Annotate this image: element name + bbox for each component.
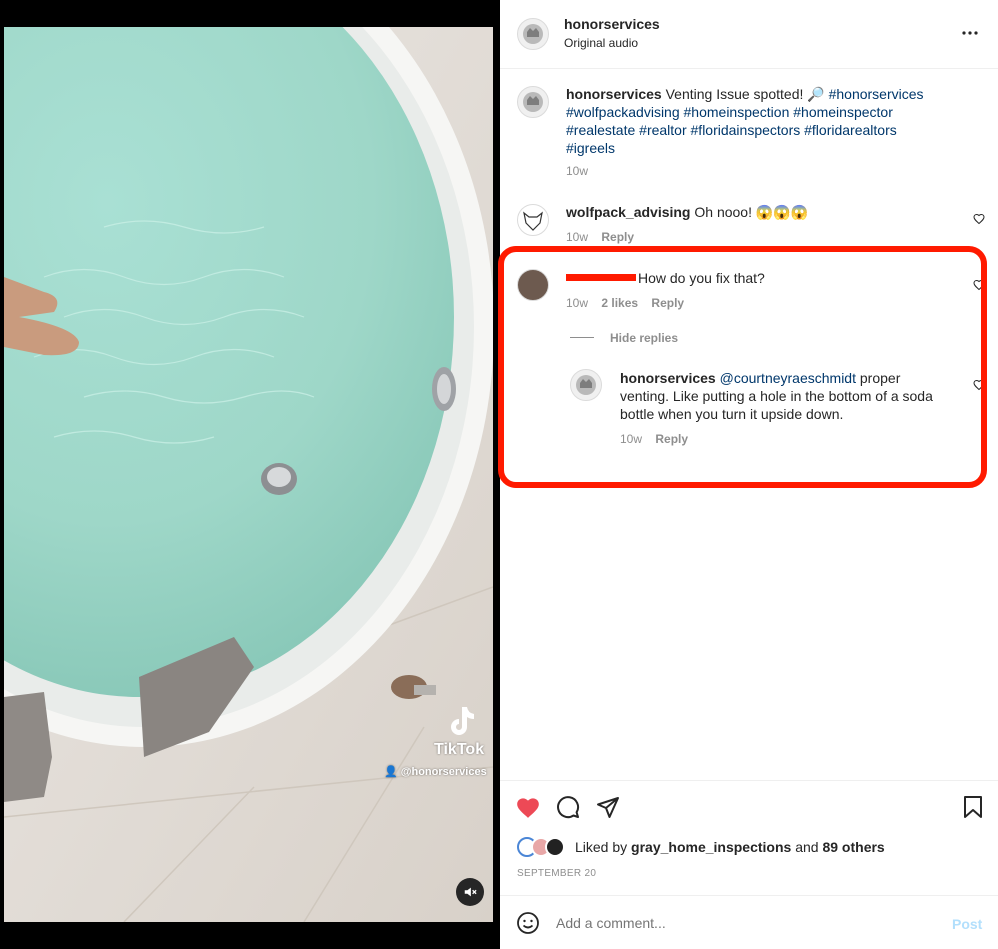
- media-pane[interactable]: TikTok 👤 @honorservices: [0, 0, 500, 949]
- tiktok-logo-icon: [446, 705, 476, 739]
- comment-bubble-icon: [557, 796, 580, 819]
- liker-username[interactable]: gray_home_inspections: [631, 839, 791, 855]
- more-horizontal-icon: [962, 31, 978, 35]
- comment-input[interactable]: [556, 912, 916, 934]
- caption-avatar[interactable]: [517, 86, 549, 118]
- highlight-annotation: [498, 246, 987, 488]
- muted-speaker-icon: [464, 887, 477, 897]
- hashtag[interactable]: #honorservices: [829, 86, 924, 102]
- video-frame[interactable]: TikTok 👤 @honorservices: [4, 27, 493, 922]
- input-divider: [500, 895, 998, 896]
- liker-avatars[interactable]: [517, 836, 569, 858]
- like-comment-button[interactable]: [973, 212, 985, 225]
- share-button[interactable]: [596, 795, 620, 819]
- comment-text: Oh nooo! 😱😱😱: [694, 204, 809, 220]
- liked-by-text: Liked by gray_home_inspections and 89 ot…: [575, 838, 885, 856]
- post-date[interactable]: SEPTEMBER 20: [517, 868, 596, 879]
- comment-button[interactable]: [556, 795, 580, 819]
- liked-by-prefix: Liked by: [575, 839, 628, 855]
- hashtags-line[interactable]: #igreels: [566, 139, 976, 157]
- caption-username[interactable]: honorservices: [566, 86, 662, 102]
- post-panel: honorservices Original audio honorservic…: [498, 0, 998, 949]
- post-header: honorservices Original audio: [500, 0, 998, 69]
- liker-avatar: [545, 837, 565, 857]
- reply-button[interactable]: Reply: [601, 230, 634, 244]
- more-options-button[interactable]: [960, 24, 980, 42]
- comment-time[interactable]: 10w: [566, 230, 588, 244]
- bathtub-image: [4, 27, 493, 922]
- likes-count[interactable]: 89 others: [822, 839, 884, 855]
- comment-meta: 10w Reply: [566, 230, 634, 244]
- user-icon: 👤: [384, 766, 401, 778]
- wolf-logo-icon: [523, 211, 543, 231]
- hashtags-line[interactable]: #realestate #realtor #floridainspectors …: [566, 121, 976, 139]
- caption-text: Venting Issue spotted! 🔎: [665, 86, 825, 102]
- emoji-smiley-icon: [517, 912, 539, 934]
- save-button[interactable]: [962, 795, 984, 819]
- emoji-button[interactable]: [516, 911, 540, 935]
- caption-time[interactable]: 10w: [566, 164, 588, 178]
- tiktok-handle: 👤 @honorservices: [384, 765, 487, 778]
- liked-by-and: and: [795, 839, 819, 855]
- post-comment-button[interactable]: Post: [952, 916, 982, 932]
- author-username[interactable]: honorservices: [564, 16, 660, 32]
- heart-outline-icon: [973, 213, 985, 225]
- comment-username[interactable]: wolfpack_advising: [566, 204, 690, 220]
- tiktok-brand-text: TikTok: [434, 741, 485, 758]
- author-avatar[interactable]: [517, 18, 549, 50]
- paper-plane-icon: [597, 797, 619, 818]
- comment: wolfpack_advising Oh nooo! 😱😱😱: [566, 203, 808, 221]
- like-button[interactable]: [515, 795, 541, 819]
- audio-link[interactable]: Original audio: [564, 36, 638, 50]
- commenter-avatar[interactable]: [517, 204, 549, 236]
- heart-filled-icon: [517, 798, 539, 818]
- tiktok-handle-text: @honorservices: [400, 766, 487, 778]
- hashtags-line[interactable]: #wolfpackadvising #homeinspection #homei…: [566, 103, 976, 121]
- bookmark-icon: [964, 796, 982, 818]
- actions-divider: [500, 780, 998, 781]
- mute-button[interactable]: [456, 878, 484, 906]
- caption: honorservices Venting Issue spotted! 🔎 #…: [566, 85, 976, 157]
